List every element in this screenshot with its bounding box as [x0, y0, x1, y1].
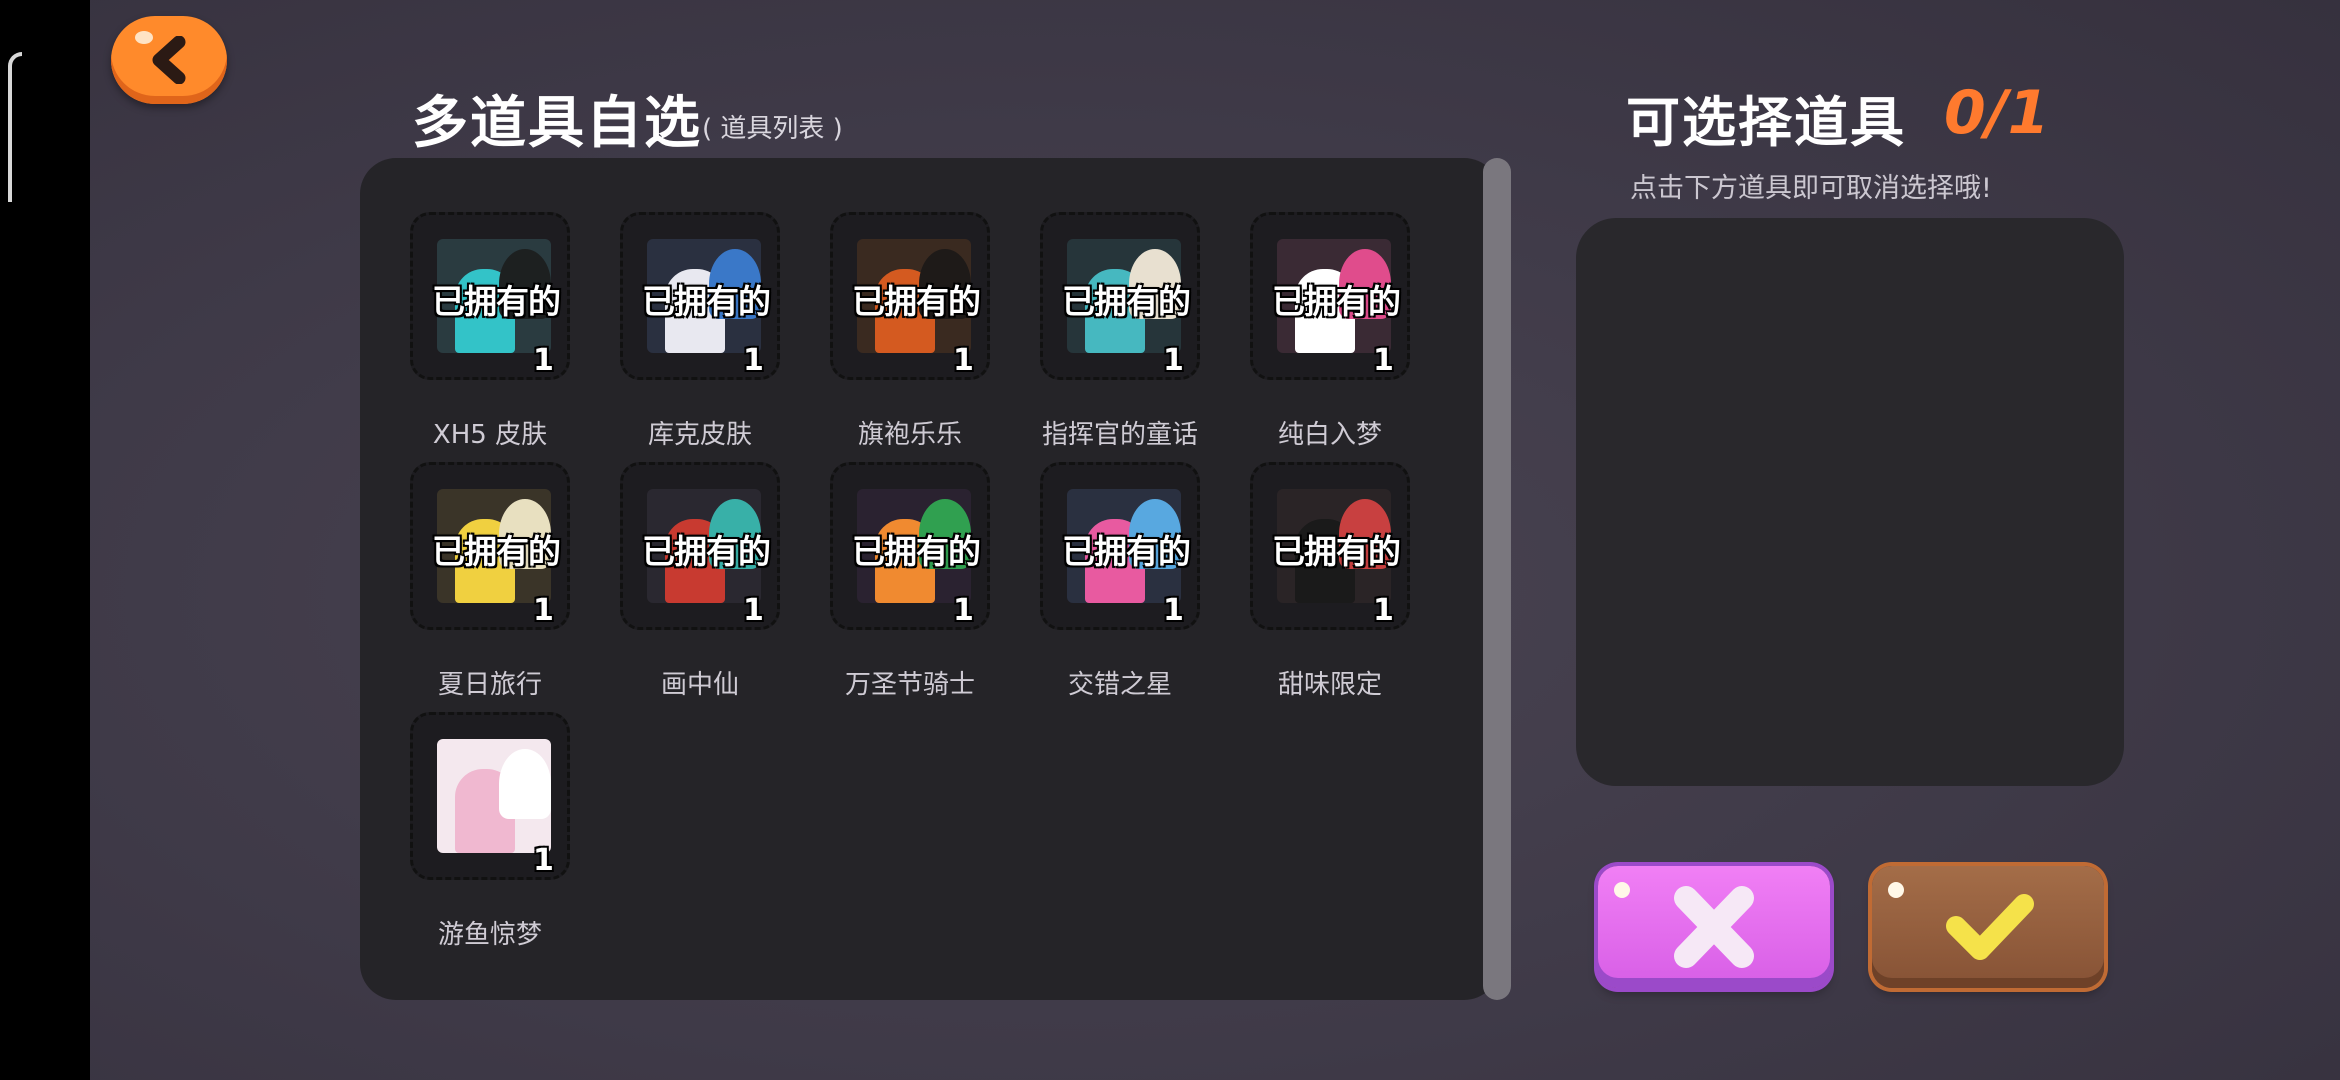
item-frame: 已拥有的 1	[620, 212, 780, 380]
item-count: 1	[743, 593, 764, 628]
item-name: 游鱼惊梦	[437, 920, 542, 950]
owned-label: 已拥有的	[432, 282, 561, 321]
item-frame: 已拥有的 1	[410, 462, 570, 630]
selection-count: 0/1	[1944, 78, 2050, 148]
owned-label: 已拥有的	[1272, 532, 1401, 571]
item-frame: 已拥有的 1	[1040, 462, 1200, 630]
chevron-left-icon	[152, 36, 186, 84]
owned-label: 已拥有的	[1062, 532, 1191, 571]
item-count: 1	[743, 343, 764, 378]
item-count: 1	[953, 343, 974, 378]
item-card[interactable]: 已拥有的 1 XH5 皮肤	[410, 212, 582, 462]
item-frame: 已拥有的 1	[830, 212, 990, 380]
owned-label: 已拥有的	[432, 532, 561, 571]
system-gesture-edge	[8, 52, 22, 202]
page-title: 多道具自选	[412, 91, 702, 156]
confirm-button[interactable]	[1872, 866, 2104, 988]
owned-label: 已拥有的	[1062, 282, 1191, 321]
checkmark-icon	[1946, 894, 2034, 960]
item-card[interactable]: 已拥有的 1 甜味限定	[1250, 462, 1422, 712]
item-count: 1	[533, 343, 554, 378]
item-name: 夏日旅行	[437, 670, 542, 700]
item-card[interactable]: 已拥有的 1 交错之星	[1040, 462, 1212, 712]
item-count: 1	[1163, 593, 1184, 628]
item-frame: 已拥有的 1	[1040, 212, 1200, 380]
button-shine	[1888, 882, 1904, 898]
item-card[interactable]: 已拥有的 1 指挥官的童话	[1040, 212, 1212, 462]
item-name: 指挥官的童话	[1041, 420, 1198, 450]
owned-label: 已拥有的	[642, 532, 771, 571]
item-card[interactable]: 已拥有的 1 库克皮肤	[620, 212, 792, 462]
item-name: 旗袍乐乐	[857, 420, 962, 450]
item-card[interactable]: 已拥有的 1 夏日旅行	[410, 462, 582, 712]
cancel-button[interactable]	[1598, 866, 1830, 988]
item-count: 1	[533, 593, 554, 628]
item-frame: 已拥有的 1	[1250, 462, 1410, 630]
item-frame: 已拥有的 1	[830, 462, 990, 630]
selection-title: 可选择道具	[1626, 91, 1906, 154]
item-name: 库克皮肤	[647, 420, 752, 450]
item-card[interactable]: 已拥有的 1 纯白入梦	[1250, 212, 1422, 462]
x-icon	[1674, 886, 1754, 968]
item-name: XH5 皮肤	[432, 420, 548, 450]
item-card[interactable]: 已拥有的 1 画中仙	[620, 462, 792, 712]
item-count: 1	[533, 843, 554, 878]
item-name: 交错之星	[1067, 670, 1172, 700]
item-count: 1	[953, 593, 974, 628]
item-frame: 1	[410, 712, 570, 880]
item-list-scrollbar[interactable]	[1483, 158, 1511, 1000]
button-shine	[1614, 882, 1630, 898]
item-name: 甜味限定	[1277, 670, 1382, 700]
owned-label: 已拥有的	[852, 282, 981, 321]
item-thumbnail	[437, 739, 551, 853]
item-card[interactable]: 1 游鱼惊梦	[410, 712, 582, 962]
item-count: 1	[1373, 343, 1394, 378]
item-frame: 已拥有的 1	[1250, 212, 1410, 380]
owned-label: 已拥有的	[642, 282, 771, 321]
item-name: 纯白入梦	[1277, 420, 1382, 450]
item-frame: 已拥有的 1	[620, 462, 780, 630]
owned-label: 已拥有的	[852, 532, 981, 571]
item-count: 1	[1163, 343, 1184, 378]
item-name: 画中仙	[660, 670, 739, 700]
item-name: 万圣节骑士	[844, 670, 975, 700]
selection-hint: 点击下方道具即可取消选择哦!	[1630, 173, 1992, 204]
item-count: 1	[1373, 593, 1394, 628]
owned-label: 已拥有的	[1272, 282, 1401, 321]
item-card[interactable]: 已拥有的 1 旗袍乐乐	[830, 212, 1002, 462]
device-notch-area	[0, 0, 90, 1080]
page-subtitle: ( 道具列表 )	[702, 114, 843, 144]
item-frame: 已拥有的 1	[410, 212, 570, 380]
back-button[interactable]	[111, 16, 227, 104]
selected-items-panel[interactable]	[1576, 218, 2124, 786]
item-card[interactable]: 已拥有的 1 万圣节骑士	[830, 462, 1002, 712]
